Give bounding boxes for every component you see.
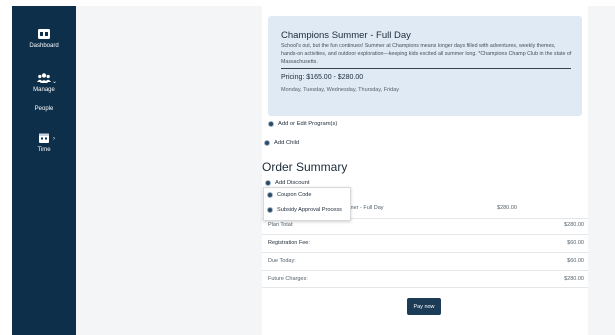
radio-icon [267, 207, 273, 213]
discount-dropdown: Coupon Code Subsidy Approval Process [263, 187, 351, 221]
sidebar-item-manage[interactable]: Manage [12, 72, 76, 93]
plan-total-value: $280.00 [564, 222, 584, 228]
pay-now-button[interactable]: Pay now [407, 298, 441, 315]
plan-total-label: Plan Total: [268, 222, 294, 228]
coupon-code-label: Coupon Code [277, 192, 312, 198]
radio-icon [264, 140, 270, 146]
radio-icon [267, 192, 273, 198]
sidebar-item-label: People [34, 106, 54, 112]
program-days: Monday, Tuesday, Wednesday, Thursday, Fr… [281, 87, 400, 93]
add-edit-program-option[interactable]: Add or Edit Program(s) [268, 121, 337, 127]
registration-fee-value: $60.00 [567, 240, 584, 246]
registration-fee-label: Registration Fee: [268, 240, 310, 246]
due-today-value: $60.00 [567, 258, 584, 264]
divider [262, 234, 588, 235]
chevron-right-icon[interactable]: › [53, 136, 55, 142]
sidebar-item-dashboard[interactable]: Dashboard [12, 28, 76, 49]
add-discount-label: Add Discount [275, 180, 310, 186]
future-charges-value: $280.00 [564, 276, 584, 282]
radio-icon [268, 121, 274, 127]
due-today-label: Due Today: [268, 258, 296, 264]
divider [262, 270, 588, 271]
future-charges-label: Future Charges: [268, 276, 308, 282]
program-divider [281, 68, 571, 69]
people-group-icon [37, 73, 51, 83]
sidebar-item-label: Dashboard [29, 43, 59, 49]
program-pricing: Pricing: $165.00 - $280.00 [281, 74, 364, 81]
calendar-icon [39, 133, 49, 143]
subsidy-approval-label: Subsidy Approval Process [277, 207, 342, 213]
chevron-down-icon[interactable]: ⌄ [52, 78, 57, 85]
sidebar-item-label: Manage [33, 87, 55, 93]
program-title: Champions Summer - Full Day [281, 30, 411, 41]
line-item-amount: $280.00 [497, 205, 517, 211]
sidebar-item-people[interactable]: People [12, 106, 76, 112]
sidebar-item-time[interactable]: Time [12, 132, 76, 153]
add-edit-program-label: Add or Edit Program(s) [278, 121, 338, 127]
add-discount-option[interactable]: Add Discount [265, 180, 309, 186]
divider [262, 287, 588, 288]
add-child-label: Add Child [274, 140, 300, 146]
add-child-option[interactable]: Add Child [264, 140, 299, 146]
coupon-code-option[interactable]: Coupon Code [267, 192, 312, 198]
line-item-name: mer - Full Day [349, 205, 384, 211]
sidebar: Dashboard Manage ⌄ People Time › [12, 6, 76, 335]
order-summary-title: Order Summary [262, 160, 348, 174]
sidebar-item-label: Time [37, 147, 51, 153]
dashboard-icon [38, 29, 50, 39]
divider [262, 252, 588, 253]
radio-icon [265, 180, 271, 186]
subsidy-approval-option[interactable]: Subsidy Approval Process [267, 207, 342, 213]
program-description: School's out, but the fun continues! Sum… [281, 43, 572, 65]
